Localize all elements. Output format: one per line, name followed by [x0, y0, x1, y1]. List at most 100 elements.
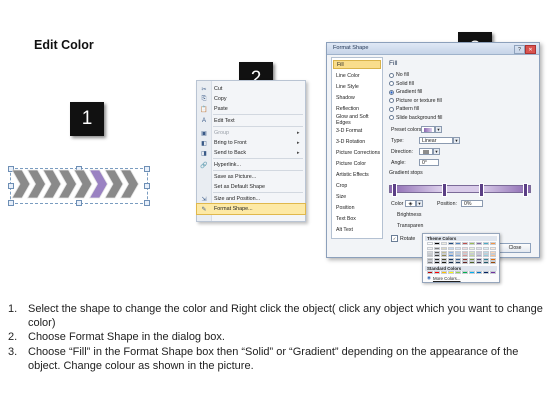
color-swatch[interactable]	[434, 250, 440, 254]
fill-option-solid-fill[interactable]: Solid fill	[389, 81, 414, 87]
radio-button[interactable]	[389, 72, 394, 78]
color-swatch[interactable]	[441, 261, 447, 265]
color-swatch[interactable]	[469, 271, 475, 274]
color-swatch[interactable]	[448, 271, 454, 274]
radio-button[interactable]	[389, 98, 394, 103]
color-swatch[interactable]	[476, 242, 482, 245]
radio-button[interactable]	[389, 89, 394, 95]
color-swatch[interactable]	[490, 247, 496, 250]
color-swatch[interactable]	[483, 247, 489, 250]
color-swatch[interactable]	[490, 250, 496, 254]
menu-item-edit-text[interactable]: A Edit Text	[197, 116, 305, 126]
color-swatch[interactable]	[441, 250, 447, 254]
color-swatch[interactable]	[427, 261, 433, 265]
color-swatch[interactable]	[455, 271, 461, 274]
category-size[interactable]: Size	[333, 192, 381, 201]
category-3-d-format[interactable]: 3-D Format	[333, 126, 381, 135]
color-swatch[interactable]	[476, 271, 482, 274]
menu-item-format-shape[interactable]: ✎ Format Shape...	[196, 203, 306, 215]
fill-option-pattern-fill[interactable]: Pattern fill	[389, 106, 419, 112]
category-reflection[interactable]: Reflection	[333, 104, 381, 113]
gradient-stops-bar[interactable]	[389, 185, 531, 193]
color-swatch[interactable]	[434, 247, 440, 250]
color-swatch[interactable]	[462, 250, 468, 254]
position-input[interactable]: 0%	[461, 200, 483, 207]
close-button[interactable]: Close	[499, 243, 531, 253]
menu-item-send-to-back[interactable]: ◨ Send to Back ▸	[197, 148, 305, 158]
color-swatch[interactable]	[476, 250, 482, 254]
color-swatch[interactable]	[462, 271, 468, 274]
color-swatch[interactable]	[483, 257, 489, 261]
color-swatch[interactable]	[434, 261, 440, 265]
category-shadow[interactable]: Shadow	[333, 93, 381, 102]
color-swatch[interactable]	[469, 250, 475, 254]
color-swatch[interactable]	[476, 254, 482, 258]
color-swatch[interactable]	[476, 261, 482, 265]
color-swatch[interactable]	[448, 242, 454, 245]
color-swatch[interactable]	[476, 247, 482, 250]
color-swatch[interactable]	[427, 254, 433, 258]
color-picker-button[interactable]: ◈	[405, 200, 416, 207]
menu-item-bring-to-front[interactable]: ◧ Bring to Front ▸	[197, 138, 305, 148]
color-swatch[interactable]	[469, 242, 475, 245]
color-swatch[interactable]	[434, 242, 440, 245]
color-swatch[interactable]	[434, 257, 440, 261]
color-swatch[interactable]	[427, 271, 433, 274]
menu-item-cut[interactable]: ✂ Cut	[197, 84, 305, 94]
color-swatch[interactable]	[448, 250, 454, 254]
color-swatch[interactable]	[490, 271, 496, 274]
color-swatch[interactable]	[427, 250, 433, 254]
color-swatch[interactable]	[476, 257, 482, 261]
menu-item-hyperlink[interactable]: 🔗 Hyperlink...	[197, 160, 305, 170]
menu-item-paste[interactable]: 📋 Paste	[197, 104, 305, 114]
color-swatch[interactable]	[427, 242, 433, 245]
category-text-box[interactable]: Text Box	[333, 214, 381, 223]
category-picture-color[interactable]: Picture Color	[333, 159, 381, 168]
more-colors-item[interactable]: ◉ More Colors...	[427, 275, 461, 281]
radio-button[interactable]	[389, 115, 394, 120]
category-picture-corrections[interactable]: Picture Corrections	[333, 148, 381, 157]
fill-option-slide-background-fill[interactable]: Slide background fill	[389, 115, 442, 121]
color-swatch[interactable]	[462, 247, 468, 250]
direction-button[interactable]	[419, 148, 433, 155]
color-swatch[interactable]	[469, 257, 475, 261]
chevron-down-icon[interactable]: ▼	[433, 148, 440, 155]
color-swatch[interactable]	[455, 261, 461, 265]
category-crop[interactable]: Crop	[333, 181, 381, 190]
chevron-shape-group[interactable]	[8, 162, 150, 206]
color-swatch[interactable]	[469, 254, 475, 258]
color-swatch[interactable]	[490, 242, 496, 245]
color-swatch[interactable]	[483, 242, 489, 245]
category-alt-text[interactable]: Alt Text	[333, 225, 381, 234]
color-swatch[interactable]	[483, 271, 489, 274]
chevron-shapes[interactable]	[8, 162, 150, 206]
menu-item-copy[interactable]: ⎘ Copy	[197, 94, 305, 104]
gradient-stop-handle[interactable]	[479, 183, 484, 197]
radio-button[interactable]	[389, 81, 394, 86]
color-swatch[interactable]	[455, 242, 461, 245]
color-swatch[interactable]	[483, 254, 489, 258]
chevron-down-icon[interactable]: ▼	[435, 126, 442, 133]
menu-item-set-as-default-shape[interactable]: Set as Default Shape	[197, 182, 305, 192]
color-swatch[interactable]	[490, 257, 496, 261]
gradient-stop-handle[interactable]	[392, 183, 397, 197]
color-swatch[interactable]	[469, 261, 475, 265]
type-select[interactable]: Linear	[419, 137, 453, 144]
gradient-stop-handle[interactable]	[442, 183, 447, 197]
color-swatch[interactable]	[490, 254, 496, 258]
color-swatch[interactable]	[455, 250, 461, 254]
radio-button[interactable]	[389, 106, 394, 112]
color-swatch[interactable]	[427, 257, 433, 261]
menu-item-save-as-picture[interactable]: Save as Picture...	[197, 172, 305, 182]
color-swatch[interactable]	[483, 250, 489, 254]
color-swatch[interactable]	[462, 254, 468, 258]
category-line-color[interactable]: Line Color	[333, 71, 381, 80]
help-icon[interactable]: ?	[514, 45, 525, 54]
color-swatch[interactable]	[441, 271, 447, 274]
color-swatch[interactable]	[441, 247, 447, 250]
color-swatch[interactable]	[441, 257, 447, 261]
color-swatch[interactable]	[455, 247, 461, 250]
color-swatch[interactable]	[434, 254, 440, 258]
color-swatch[interactable]	[490, 261, 496, 265]
color-swatch[interactable]	[448, 254, 454, 258]
